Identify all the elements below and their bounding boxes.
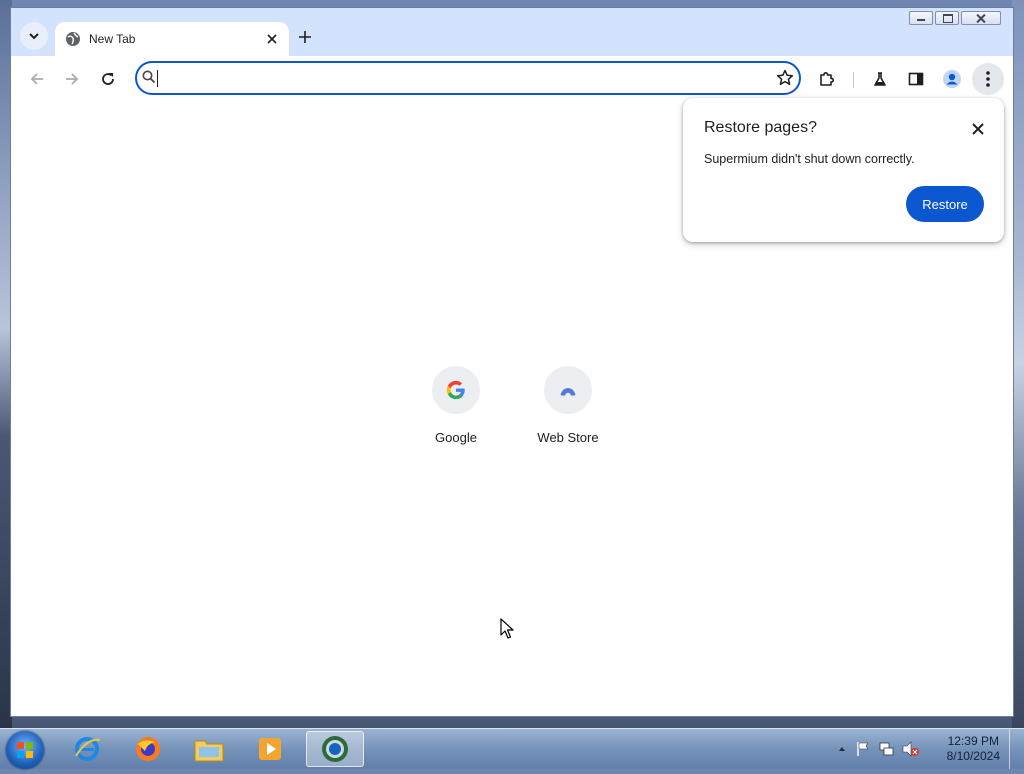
tab-close-button[interactable] [263,30,281,48]
web-store-icon [560,388,576,399]
labs-button[interactable] [864,63,896,95]
avatar-icon [943,70,961,88]
bookmark-star-icon[interactable] [775,68,795,88]
show-hidden-icons-icon[interactable] [838,745,846,753]
show-desktop-button[interactable] [1009,729,1024,769]
toolbar-divider [853,72,854,88]
tab-strip: New Tab [11,8,1013,56]
taskbar-file-explorer[interactable] [182,731,236,767]
dialog-close-button[interactable] [968,119,988,139]
shortcut-google[interactable]: Google [406,366,506,445]
taskbar-internet-explorer[interactable] [60,731,114,767]
action-center-flag-icon[interactable] [856,741,870,757]
new-tab-button[interactable] [291,23,319,51]
tab-search-button[interactable] [20,22,48,50]
media-player-icon [259,738,281,760]
internet-explorer-icon [75,737,101,761]
dialog-message: Supermium didn't shut down correctly. [704,152,915,166]
taskbar-supermium[interactable] [306,731,364,767]
address-bar[interactable] [135,61,801,95]
browser-window: New Tab Google Web Store Restore pages? … [10,7,1014,717]
kebab-menu-icon [986,71,990,87]
flask-icon [874,72,886,86]
side-panel-icon [908,72,924,86]
arrow-left-icon [30,73,43,85]
tab-new-tab[interactable]: New Tab [55,22,289,56]
shortcut-label: Web Store [537,430,599,445]
clock[interactable]: 12:39 PM 8/10/2024 [947,734,1000,764]
volume-muted-icon[interactable] [902,741,920,757]
extensions-button[interactable] [811,63,843,95]
toolbar [11,56,1013,102]
clock-time: 12:39 PM [947,734,999,748]
taskbar-firefox[interactable] [121,731,175,767]
shortcut-icon-circle [432,366,480,414]
supermium-icon [322,736,348,762]
text-caret [157,70,158,87]
puzzle-icon [820,72,834,86]
close-icon [972,123,984,135]
folder-icon [194,740,224,762]
network-icon[interactable] [878,741,894,757]
shortcut-icon-circle [544,366,592,414]
restore-pages-dialog: Restore pages? Supermium didn't shut dow… [683,98,1004,242]
chevron-down-icon [29,33,39,40]
firefox-icon [136,737,160,761]
side-panel-button[interactable] [900,63,932,95]
arrow-right-icon [66,73,79,85]
dialog-title: Restore pages? [704,119,817,136]
mouse-pointer-icon [500,618,514,639]
back-button[interactable] [21,63,53,95]
tab-title: New Tab [89,32,136,46]
system-tray: 12:39 PM 8/10/2024 [834,729,1024,769]
close-icon [267,34,277,44]
address-input[interactable] [157,67,757,89]
shortcut-web-store[interactable]: Web Store [518,366,618,445]
reload-button[interactable] [92,63,124,95]
windows-logo-icon [17,742,33,758]
plus-icon [299,31,311,43]
profile-button[interactable] [936,63,968,95]
globe-icon [66,32,80,46]
clock-date: 8/10/2024 [946,749,1000,763]
reload-icon [102,73,114,85]
taskbar-media-player[interactable] [243,731,297,767]
search-icon [142,70,156,84]
restore-button[interactable]: Restore [906,186,984,222]
start-button[interactable] [6,731,44,769]
menu-button[interactable] [972,63,1004,95]
google-icon [446,380,465,400]
forward-button[interactable] [56,63,88,95]
taskbar: 12:39 PM 8/10/2024 [0,728,1024,769]
shortcut-label: Google [435,430,477,445]
